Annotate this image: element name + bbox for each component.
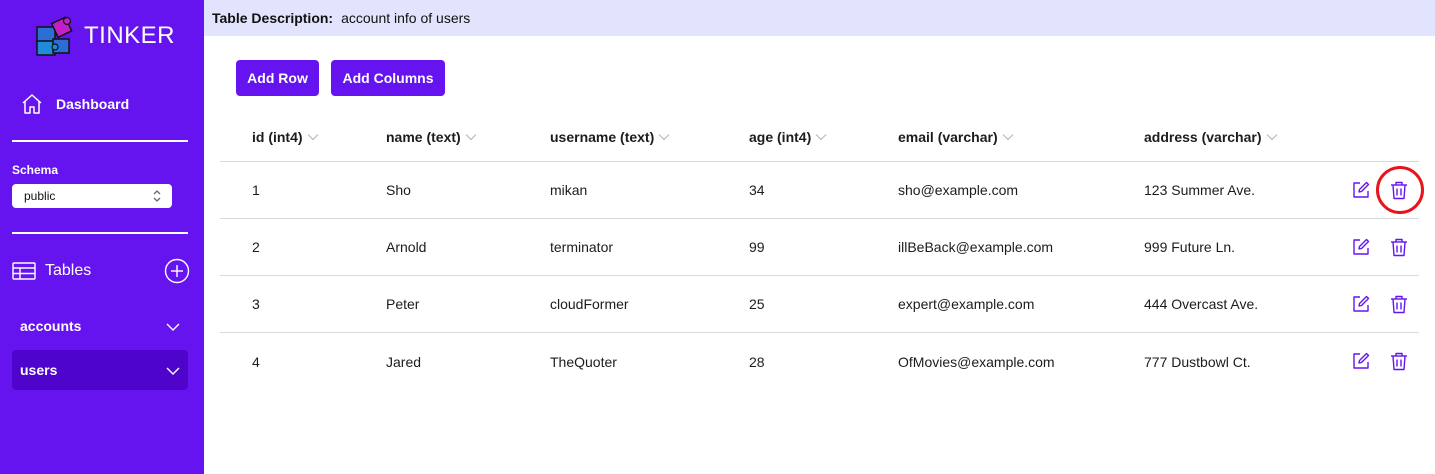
table-cell: 1	[252, 182, 260, 198]
column-header-label: address (varchar)	[1144, 128, 1262, 145]
sort-chevron-icon	[465, 133, 477, 140]
table-icon	[12, 262, 36, 280]
column-header[interactable]: email (varchar)	[898, 112, 1014, 161]
schema-label: Schema	[12, 163, 59, 177]
sidebar: TINKER Dashboard Schema public Tables ac…	[0, 0, 204, 474]
schema-select[interactable]: public	[12, 184, 172, 208]
divider	[12, 232, 188, 234]
tables-label: Tables	[45, 262, 92, 279]
table-cell: sho@example.com	[898, 182, 1019, 198]
table-cell: 2	[252, 239, 260, 255]
table-cell: 34	[749, 182, 765, 198]
trash-icon[interactable]	[1389, 237, 1409, 257]
column-header[interactable]: username (text)	[550, 112, 670, 161]
add-row-button[interactable]: Add Row	[236, 60, 319, 96]
table-cell: expert@example.com	[898, 296, 1035, 312]
table-row: 3 Peter cloudFormer 25 expert@example.co…	[220, 276, 1419, 333]
table-cell: TheQuoter	[550, 353, 617, 370]
table-row: 4 Jared TheQuoter 28 OfMovies@example.co…	[220, 333, 1419, 390]
edit-icon[interactable]	[1351, 180, 1371, 200]
table-header-row: id (int4) name (text) username (text) ag…	[220, 112, 1419, 162]
tables-header: Tables	[12, 258, 190, 284]
description-key: Table Description:	[212, 10, 334, 26]
table-cell: terminator	[550, 239, 614, 255]
brand-name: TINKER	[84, 22, 176, 49]
table-cell: Sho	[386, 182, 411, 198]
column-header[interactable]: id (int4)	[252, 112, 319, 161]
divider	[12, 140, 188, 142]
table-cell: 3	[252, 296, 260, 312]
table-cell: cloudFormer	[550, 296, 629, 312]
home-icon	[22, 94, 42, 114]
column-header[interactable]: address (varchar)	[1144, 112, 1278, 161]
table-cell: 777 Dustbowl Ct.	[1144, 353, 1251, 370]
trash-icon[interactable]	[1389, 351, 1409, 371]
trash-icon[interactable]	[1389, 180, 1409, 200]
column-header-label: email (varchar)	[898, 128, 998, 145]
table-cell: OfMovies@example.com	[898, 353, 1055, 370]
chevron-down-icon	[166, 367, 180, 375]
table-cell: mikan	[550, 182, 588, 198]
table-cell: Arnold	[386, 239, 427, 255]
table-cell: illBeBack@example.com	[898, 239, 1054, 255]
column-header-label: id (int4)	[252, 128, 303, 145]
table-cell: 99	[749, 239, 765, 255]
edit-icon[interactable]	[1351, 351, 1371, 371]
sidebar-item-users[interactable]: users	[12, 350, 188, 390]
sidebar-item-accounts[interactable]: accounts	[12, 306, 188, 346]
column-header-label: username (text)	[550, 128, 655, 145]
edit-icon[interactable]	[1351, 237, 1371, 257]
add-columns-button[interactable]: Add Columns	[331, 60, 445, 96]
sort-chevron-icon	[1002, 133, 1014, 140]
column-header[interactable]: age (int4)	[749, 112, 827, 161]
sort-chevron-icon	[1266, 133, 1277, 140]
table-cell: 999 Future Ln.	[1144, 239, 1236, 255]
updown-icon	[153, 190, 161, 202]
table-cell: 25	[749, 296, 765, 312]
table-cell: 123 Summer Ave.	[1144, 182, 1256, 198]
table-cell: 444 Overcast Ave.	[1144, 296, 1259, 312]
table-row: 1 Sho mikan 34 sho@example.com 123 Summe…	[220, 162, 1419, 219]
table-row: 2 Arnold terminator 99 illBeBack@example…	[220, 219, 1419, 276]
table-description-bar: Table Description: account info of users	[204, 0, 1435, 36]
table-cell: 4	[252, 353, 260, 370]
sort-chevron-icon	[815, 133, 827, 140]
data-table: id (int4) name (text) username (text) ag…	[220, 112, 1419, 390]
schema-selected-value: public	[24, 189, 56, 203]
column-header[interactable]: name (text)	[386, 112, 477, 161]
sidebar-item-label: users	[20, 362, 58, 378]
sort-chevron-icon	[307, 133, 318, 140]
trash-icon[interactable]	[1389, 294, 1409, 314]
nav-dashboard[interactable]: Dashboard	[20, 90, 180, 118]
dashboard-label: Dashboard	[56, 96, 130, 112]
table-cell: 28	[749, 353, 765, 370]
plus-circle-icon[interactable]	[164, 258, 190, 284]
edit-icon[interactable]	[1351, 294, 1371, 314]
puzzle-logo-icon	[36, 16, 73, 56]
description-value: account info of users	[341, 10, 471, 26]
app: TINKER Dashboard Schema public Tables ac…	[0, 0, 1435, 474]
sidebar-item-label: accounts	[20, 318, 82, 334]
column-header-label: age (int4)	[749, 128, 812, 145]
chevron-down-icon	[166, 323, 180, 331]
table-cell: Peter	[386, 296, 420, 312]
brand[interactable]: TINKER	[34, 15, 175, 57]
sort-chevron-icon	[658, 133, 670, 140]
table-cell: Jared	[386, 353, 422, 370]
column-header-label: name (text)	[386, 128, 461, 145]
